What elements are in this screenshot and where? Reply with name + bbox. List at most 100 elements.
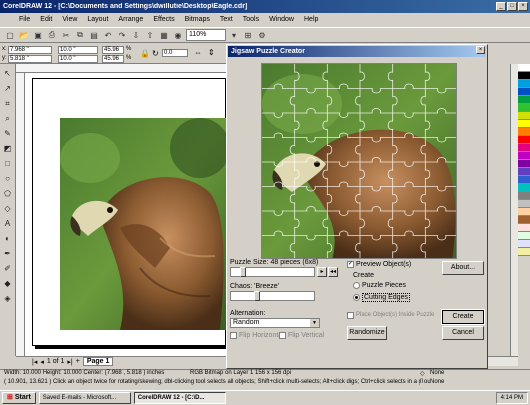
start-button[interactable]: ⊞ Start	[2, 392, 36, 404]
interactive-fill-icon[interactable]: ◈	[2, 293, 14, 305]
horizontal-ruler[interactable]	[16, 64, 226, 73]
cut-icon[interactable]: ✂	[60, 29, 72, 41]
palette-swatch[interactable]	[518, 240, 530, 248]
save-icon[interactable]: ▣	[32, 29, 44, 41]
palette-swatch[interactable]	[518, 120, 530, 128]
rotation-angle-field[interactable]: 0.0	[162, 49, 188, 57]
mirror-horizontal-icon[interactable]: ⇔	[194, 48, 202, 57]
undo-icon[interactable]: ↶	[102, 29, 114, 41]
palette-swatch[interactable]	[518, 248, 530, 256]
taskbar-item-coreldraw[interactable]: CorelDRAW 12 - [C:\D...	[133, 392, 226, 404]
next-page-icon[interactable]: ▸|	[67, 358, 72, 366]
chevron-down-icon[interactable]: ▼	[310, 319, 319, 327]
palette-swatch[interactable]	[518, 232, 530, 240]
polygon-tool-icon[interactable]: ⬠	[2, 188, 14, 200]
palette-swatch[interactable]	[518, 128, 530, 136]
export-icon[interactable]: ⇧	[144, 29, 156, 41]
menu-help[interactable]: Help	[299, 16, 323, 23]
snap-icon[interactable]: ⊞	[242, 29, 254, 41]
menu-view[interactable]: View	[57, 16, 82, 23]
print-icon[interactable]: ⎙	[46, 29, 58, 41]
x-position-field[interactable]: 7.968 "	[8, 46, 52, 54]
open-icon[interactable]: 📂	[18, 29, 30, 41]
eyedropper-icon[interactable]: ✒	[2, 248, 14, 260]
palette-swatch[interactable]	[518, 192, 530, 200]
eagle-bitmap[interactable]	[60, 118, 226, 330]
palette-swatch[interactable]	[518, 136, 530, 144]
scale-x-field[interactable]: 45.96	[102, 46, 124, 54]
application-launcher-icon[interactable]: ▦	[158, 29, 170, 41]
palette-swatch[interactable]	[518, 64, 530, 72]
cutting-edges-radio[interactable]	[353, 294, 360, 301]
flip-vertical-checkbox[interactable]	[279, 332, 286, 339]
preview-objects-checkbox[interactable]: ✓	[347, 261, 354, 268]
dialog-close-button[interactable]: ×	[476, 46, 485, 54]
palette-swatch[interactable]	[518, 96, 530, 104]
palette-swatch[interactable]	[518, 216, 530, 224]
close-button[interactable]: ×	[518, 2, 528, 11]
palette-swatch[interactable]	[518, 208, 530, 216]
palette-swatch[interactable]	[518, 88, 530, 96]
alternation-select[interactable]: Random ▼	[230, 318, 320, 328]
mirror-vertical-icon[interactable]: ⇕	[208, 48, 215, 57]
palette-swatch[interactable]	[518, 184, 530, 192]
vertical-ruler[interactable]	[16, 73, 25, 356]
palette-swatch[interactable]	[518, 72, 530, 80]
outline-tool-icon[interactable]: ✐	[2, 263, 14, 275]
fill-tool-icon[interactable]: ◆	[2, 278, 14, 290]
copy-icon[interactable]: ⧉	[74, 29, 86, 41]
y-position-field[interactable]: 5.818 "	[8, 55, 52, 63]
create-button[interactable]: Create	[441, 309, 485, 325]
paste-icon[interactable]: ▤	[88, 29, 100, 41]
menu-edit[interactable]: Edit	[35, 16, 57, 23]
first-page-icon[interactable]: |◂	[32, 358, 37, 366]
palette-swatch[interactable]	[518, 168, 530, 176]
import-icon[interactable]: ⇩	[130, 29, 142, 41]
page-tab[interactable]: Page 1	[82, 357, 114, 366]
vertical-scrollbar[interactable]	[510, 64, 518, 356]
restore-button[interactable]: □	[507, 2, 517, 11]
puzzle-size-slider[interactable]	[230, 267, 315, 277]
chaos-slider[interactable]	[230, 291, 315, 301]
crop-tool-icon[interactable]: ⌗	[2, 98, 14, 110]
menu-effects[interactable]: Effects	[148, 16, 179, 23]
minimize-button[interactable]: _	[496, 2, 506, 11]
chevron-down-icon[interactable]: ▾	[228, 29, 240, 41]
interactive-blend-icon[interactable]: ◐	[2, 233, 14, 245]
flip-horizontal-checkbox[interactable]	[230, 332, 237, 339]
menu-file[interactable]: File	[14, 16, 35, 23]
size-prev-button[interactable]: ◂◂	[328, 267, 338, 277]
ellipse-tool-icon[interactable]: ○	[2, 173, 14, 185]
palette-swatch[interactable]	[518, 144, 530, 152]
palette-swatch[interactable]	[518, 224, 530, 232]
menu-text[interactable]: Text	[215, 16, 238, 23]
freehand-tool-icon[interactable]: ✎	[2, 128, 14, 140]
basic-shapes-icon[interactable]: ◇	[2, 203, 14, 215]
palette-swatch[interactable]	[518, 80, 530, 88]
redo-icon[interactable]: ↷	[116, 29, 128, 41]
smart-fill-icon[interactable]: ◩	[2, 143, 14, 155]
pick-tool-icon[interactable]: ↖	[2, 68, 14, 80]
puzzle-pieces-radio[interactable]	[353, 282, 360, 289]
width-field[interactable]: 10.0 "	[58, 46, 98, 54]
about-button[interactable]: About...	[442, 261, 484, 275]
height-field[interactable]: 10.0 "	[58, 55, 98, 63]
menu-bitmaps[interactable]: Bitmaps	[180, 16, 215, 23]
shape-tool-icon[interactable]: ↗	[2, 83, 14, 95]
place-inside-checkbox[interactable]	[347, 312, 354, 319]
menu-arrange[interactable]: Arrange	[113, 16, 148, 23]
menu-tools[interactable]: Tools	[238, 16, 264, 23]
cancel-button[interactable]: Cancel	[442, 326, 484, 340]
palette-swatch[interactable]	[518, 104, 530, 112]
corel-online-icon[interactable]: ◉	[172, 29, 184, 41]
scale-y-field[interactable]: 45.96	[102, 55, 124, 63]
zoom-tool-icon[interactable]: ⌕	[2, 113, 14, 125]
palette-swatch[interactable]	[518, 152, 530, 160]
options-icon[interactable]: ⚙	[256, 29, 268, 41]
lock-ratio-icon[interactable]: 🔒	[140, 49, 150, 58]
rectangle-tool-icon[interactable]: □	[2, 158, 14, 170]
size-next-button[interactable]: ▸	[317, 267, 327, 277]
prev-page-icon[interactable]: ◂	[40, 358, 44, 366]
add-page-icon[interactable]: +	[76, 358, 80, 365]
zoom-level-select[interactable]: 110%	[186, 29, 226, 41]
